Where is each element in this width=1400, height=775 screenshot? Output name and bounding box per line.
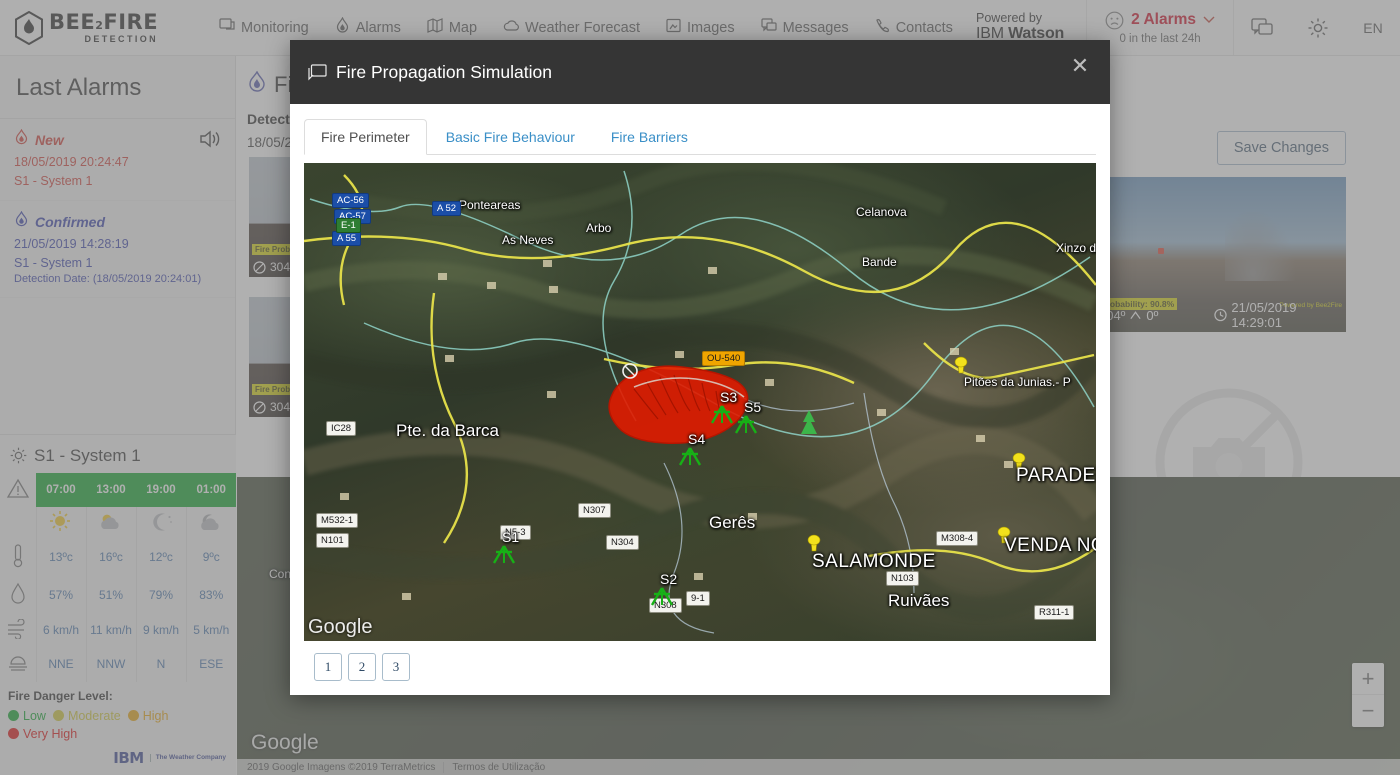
map-station-label: S1	[502, 529, 519, 545]
tab-label: Fire Barriers	[611, 129, 688, 145]
map-place-label: Gerês	[709, 513, 755, 533]
map-station-label: S4	[688, 431, 705, 447]
map-place-label: Celanova	[856, 205, 907, 219]
pagination: 123	[304, 641, 1096, 681]
map-road-label: OU-540	[702, 351, 745, 366]
page-button-2[interactable]: 2	[348, 653, 376, 681]
modal-title-text: Fire Propagation Simulation	[336, 62, 552, 83]
map-station-label: S2	[660, 571, 677, 587]
page-button-1[interactable]: 1	[314, 653, 342, 681]
map-road-label: 9-1	[686, 591, 710, 606]
map-station-marker[interactable]	[708, 403, 734, 423]
map-road-label: N101	[316, 533, 349, 548]
modal-tabs: Fire Perimeter Basic Fire Behaviour Fire B…	[304, 118, 1096, 155]
map-road-label: IC28	[326, 421, 356, 436]
map-place-label: Pitões da Junias.- P	[964, 375, 1071, 389]
map-place-label: SALAMONDE	[812, 551, 936, 573]
map-place-label: Pte. da Barca	[396, 421, 499, 441]
map-road-label: M532-1	[316, 513, 358, 528]
map-place-label: Arbo	[586, 221, 611, 235]
map-place-label: Bande	[862, 255, 897, 269]
simulation-map[interactable]: Ponteareas Arbo As Neves Celanova Bande Xinzo…	[304, 163, 1096, 641]
map-place-label: PARADEL	[1016, 465, 1096, 487]
map-terrain	[304, 163, 1096, 641]
map-station-label: S3	[720, 389, 737, 405]
tab-label: Fire Perimeter	[321, 129, 410, 145]
map-road-label: N307	[578, 503, 611, 518]
map-place-label: VENDA NO	[1004, 535, 1096, 557]
map-road-label: R311-1	[1034, 605, 1074, 620]
map-place-label: Ruivães	[888, 591, 949, 611]
map-road-label: N103	[886, 571, 919, 586]
simulation-icon	[308, 64, 327, 81]
map-road-label: E-1	[336, 218, 361, 233]
map-station-marker[interactable]	[490, 543, 516, 563]
map-place-label: Xinzo de	[1056, 241, 1096, 255]
map-station-marker[interactable]	[648, 585, 674, 605]
map-station-label: S5	[744, 399, 761, 415]
tab-label: Basic Fire Behaviour	[446, 129, 575, 145]
page-button-3[interactable]: 3	[382, 653, 410, 681]
google-watermark: Google	[308, 616, 373, 639]
map-place-label: Ponteareas	[459, 198, 520, 212]
tab-fire-barriers[interactable]: Fire Barriers	[594, 119, 705, 155]
map-place-label: As Neves	[502, 233, 553, 247]
map-road-label: A 52	[432, 201, 461, 216]
modal-body: Fire Perimeter Basic Fire Behaviour Fire B…	[290, 104, 1110, 695]
modal-title: Fire Propagation Simulation	[308, 62, 552, 83]
map-road-label: M308-4	[936, 531, 978, 546]
close-icon[interactable]: ✕	[1064, 50, 1096, 82]
tab-fire-perimeter[interactable]: Fire Perimeter	[304, 119, 427, 155]
modal-header: Fire Propagation Simulation ✕	[290, 40, 1110, 104]
map-road-label: A 55	[332, 231, 361, 246]
map-station-marker[interactable]	[676, 445, 702, 465]
fire-propagation-simulation-dialog: Fire Propagation Simulation ✕ Fire Perim…	[290, 40, 1110, 695]
tab-basic-fire-behaviour[interactable]: Basic Fire Behaviour	[429, 119, 592, 155]
map-road-label: N304	[606, 535, 639, 550]
map-station-marker[interactable]	[732, 413, 758, 433]
map-road-label: AC-56	[332, 193, 369, 208]
